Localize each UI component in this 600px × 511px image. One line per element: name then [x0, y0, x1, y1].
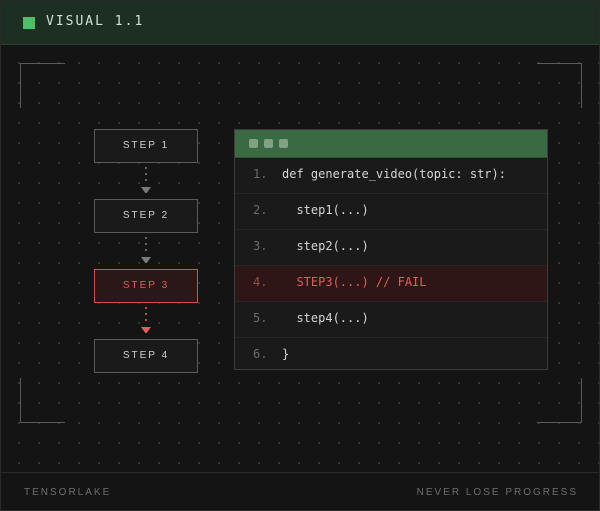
connector-arrow-3-failed	[141, 307, 151, 333]
line-code: STEP3(...) // FAIL	[282, 275, 427, 289]
line-code: step2(...)	[282, 239, 369, 253]
step-label: STEP 1	[122, 140, 170, 151]
step-label: STEP 3	[122, 280, 170, 291]
line-code: def generate_video(topic: str):	[282, 167, 506, 181]
code-window-titlebar	[235, 130, 547, 158]
connector-arrow-1	[141, 167, 151, 193]
footer-bar: TENSORLAKE NEVER LOSE PROGRESS	[1, 472, 599, 510]
line-number: 5.	[253, 311, 268, 325]
code-line: 2. step1(...)	[235, 194, 547, 230]
line-number: 1.	[253, 167, 268, 181]
square-icon	[23, 17, 35, 29]
connector-arrow-2	[141, 237, 151, 263]
code-window: 1. def generate_video(topic: str): 2. ste…	[234, 129, 548, 370]
window-dot-icon	[279, 139, 288, 148]
corner-bracket-bottom-right	[537, 378, 582, 423]
line-code: step1(...)	[282, 203, 369, 217]
window-dot-icon	[249, 139, 258, 148]
step-box-1: STEP 1	[94, 129, 198, 163]
footer-brand: TENSORLAKE	[24, 487, 112, 498]
page-title: VISUAL 1.1	[46, 14, 145, 29]
code-line: 1. def generate_video(topic: str):	[235, 158, 547, 194]
visual-frame: VISUAL 1.1 STEP 1 STEP 2 STEP 3 STEP 4 1…	[0, 0, 600, 511]
line-number: 3.	[253, 239, 268, 253]
line-number: 6.	[253, 347, 268, 361]
line-code: step4(...)	[282, 311, 369, 325]
footer-tagline: NEVER LOSE PROGRESS	[416, 487, 578, 498]
code-line: 5. step4(...)	[235, 302, 547, 338]
step-label: STEP 4	[122, 350, 170, 361]
step-box-4: STEP 4	[94, 339, 198, 373]
step-box-3-failed: STEP 3	[94, 269, 198, 303]
step-label: STEP 2	[122, 210, 170, 221]
code-line: 6.}	[235, 338, 547, 373]
window-dot-icon	[264, 139, 273, 148]
line-number: 4.	[253, 275, 268, 289]
corner-bracket-bottom-left	[20, 378, 65, 423]
code-line: 3. step2(...)	[235, 230, 547, 266]
corner-bracket-top-left	[20, 63, 65, 108]
code-line-failed: 4. STEP3(...) // FAIL	[235, 266, 547, 302]
header-bar: VISUAL 1.1	[1, 1, 599, 45]
line-code: }	[282, 347, 290, 361]
corner-bracket-top-right	[537, 63, 582, 108]
step-box-2: STEP 2	[94, 199, 198, 233]
line-number: 2.	[253, 203, 268, 217]
